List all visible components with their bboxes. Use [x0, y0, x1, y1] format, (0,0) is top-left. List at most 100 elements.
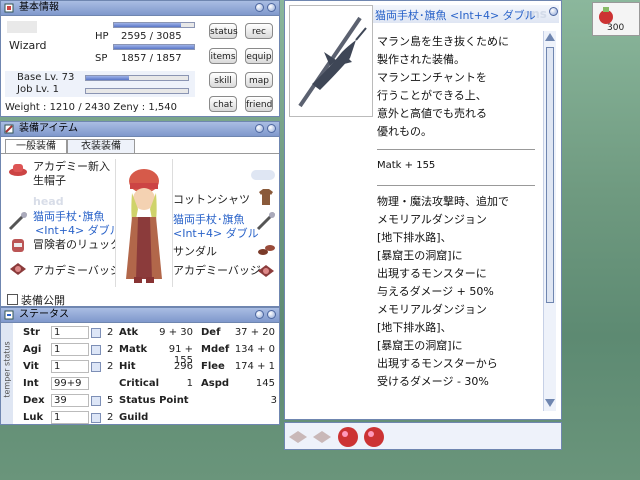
stat-name: Str	[23, 327, 40, 338]
status-window: ステータス temper status Str 1 2 Agi 1 2 Vit 1 2 Int 99…	[0, 307, 280, 425]
equipment-titlebar[interactable]: 装備アイテム	[1, 122, 279, 137]
basic-info-titlebar[interactable]: 基本情報	[1, 1, 279, 16]
backpack-icon	[12, 239, 24, 252]
window-icon	[4, 310, 14, 320]
stat-cost: 2	[107, 412, 114, 423]
description-scrollbar[interactable]	[543, 31, 556, 411]
items-button[interactable]: items	[209, 48, 237, 64]
stat-name: Agi	[23, 344, 42, 355]
friend-button[interactable]: friend	[245, 96, 273, 112]
tab-general[interactable]: 一般装備	[5, 139, 67, 154]
equip-public-checkbox[interactable]	[7, 294, 18, 305]
stat-increase-button[interactable]	[91, 413, 101, 423]
job-name: Wizard	[9, 39, 47, 52]
potion-icon	[599, 7, 613, 24]
base-exp-bar	[85, 75, 189, 81]
stat-increase-button[interactable]	[91, 328, 101, 338]
stat-cost: 2	[107, 361, 114, 372]
chat-button[interactable]: chat	[209, 96, 237, 112]
desc-line: マランエンチャントを	[377, 71, 487, 84]
desc-line: マラン島を生き抜くために	[377, 35, 509, 48]
job-level: Job Lv. 1	[17, 84, 60, 95]
card-icon[interactable]	[289, 431, 307, 443]
stat2-value: 296	[173, 361, 193, 372]
slot-ghost-right-top	[251, 170, 275, 180]
card-icon[interactable]	[313, 431, 331, 443]
equip-garment[interactable]: 冒険者のリュック	[33, 236, 121, 252]
equip-accessory-left[interactable]: アカデミーバッジ	[33, 262, 121, 278]
stat2-name: Matk	[119, 344, 148, 355]
stat-value: 1	[54, 361, 61, 372]
item-image-box	[289, 5, 373, 117]
sp-bar	[113, 44, 195, 50]
desc-line: 受けるダメージ - 30%	[377, 375, 489, 388]
stat2-name: Hit	[119, 361, 136, 372]
stat-increase-button[interactable]	[91, 362, 101, 372]
red-potion-icon[interactable]	[337, 426, 359, 448]
status-titlebar[interactable]: ステータス	[1, 308, 279, 323]
tab-costume-label: 衣装装備	[81, 141, 121, 152]
character-portrait	[115, 159, 173, 287]
shirt-icon	[259, 189, 273, 205]
equip-public-label: 装備公開	[21, 294, 65, 307]
scroll-up-icon[interactable]	[545, 33, 555, 41]
stat3-name: Flee	[201, 361, 225, 372]
weight-zeny: Weight : 1210 / 2430 Zeny : 1,540	[5, 102, 177, 113]
basic-info-title: 基本情報	[19, 2, 59, 13]
stat-value: 1	[54, 327, 61, 338]
stat-increase-button[interactable]	[91, 345, 101, 355]
stat3-name: Mdef	[201, 344, 230, 355]
desc-line: 物理・魔法攻撃時、追加で	[377, 195, 509, 208]
item-title-bar[interactable]: ons 猫両手杖･旗魚 <Int+4> ダブル	[373, 5, 559, 23]
equip-button[interactable]: equip	[245, 48, 273, 64]
close-button[interactable]	[267, 3, 276, 12]
character-name-box	[7, 21, 37, 33]
close-button[interactable]	[549, 7, 558, 16]
status-button[interactable]: status	[209, 23, 238, 39]
hp-bar	[113, 22, 195, 28]
equip-accessory-right[interactable]: アカデミーバッジ	[173, 262, 261, 278]
window-icon	[4, 124, 14, 134]
map-button[interactable]: map	[245, 72, 273, 88]
basic-info-window: 基本情報 Wizard HP 2595 / 3085 SP 1857 / 185…	[0, 0, 280, 117]
stat2-value: 9 + 30	[159, 327, 193, 338]
tab-general-label: 一般装備	[16, 141, 56, 152]
red-potion-icon[interactable]	[363, 426, 385, 448]
stat-value: 1	[54, 344, 61, 355]
stat-cost: 2	[107, 344, 114, 355]
close-button[interactable]	[267, 124, 276, 133]
equip-shoes[interactable]: サンダル	[173, 243, 217, 259]
desc-divider	[377, 149, 535, 150]
stat-name: Dex	[23, 395, 45, 406]
character-sprite-icon	[126, 169, 162, 283]
desc-matk: Matk + 155	[377, 160, 436, 171]
equip-head-top-line2: 生帽子	[33, 174, 66, 187]
tab-costume[interactable]: 衣装装備	[67, 139, 135, 154]
minimize-button[interactable]	[255, 124, 264, 133]
stat2-name: Atk	[119, 327, 139, 338]
base-level: Base Lv. 73	[17, 72, 75, 83]
quick-slot-bar	[284, 422, 562, 450]
stat3-value: 37 + 20	[234, 327, 275, 338]
corner-item-box[interactable]: 300	[592, 2, 640, 36]
desc-line: [暴窟王の洞窟]に	[377, 249, 463, 262]
minimize-button[interactable]	[255, 3, 264, 12]
badge-icon	[258, 265, 274, 277]
minimize-button[interactable]	[255, 310, 264, 319]
scroll-down-icon[interactable]	[545, 399, 555, 407]
scroll-thumb[interactable]	[546, 47, 554, 303]
sp-label: SP	[95, 53, 108, 64]
staff-icon	[256, 211, 276, 231]
desc-line: メモリアルダンジョン	[377, 303, 487, 316]
desc-line: 製作された装備。	[377, 53, 465, 66]
swordfish-staff-icon	[298, 16, 367, 108]
stat3-value: 134 + 0	[234, 344, 275, 355]
stat3-name: Def	[201, 327, 221, 338]
equip-armor[interactable]: コットンシャツ	[173, 191, 250, 207]
skill-button[interactable]: skill	[209, 72, 237, 88]
rec-button[interactable]: rec	[245, 23, 273, 39]
equipment-title: 装備アイテム	[19, 123, 78, 134]
desc-divider	[377, 185, 535, 186]
stat-increase-button[interactable]	[91, 396, 101, 406]
close-button[interactable]	[267, 310, 276, 319]
